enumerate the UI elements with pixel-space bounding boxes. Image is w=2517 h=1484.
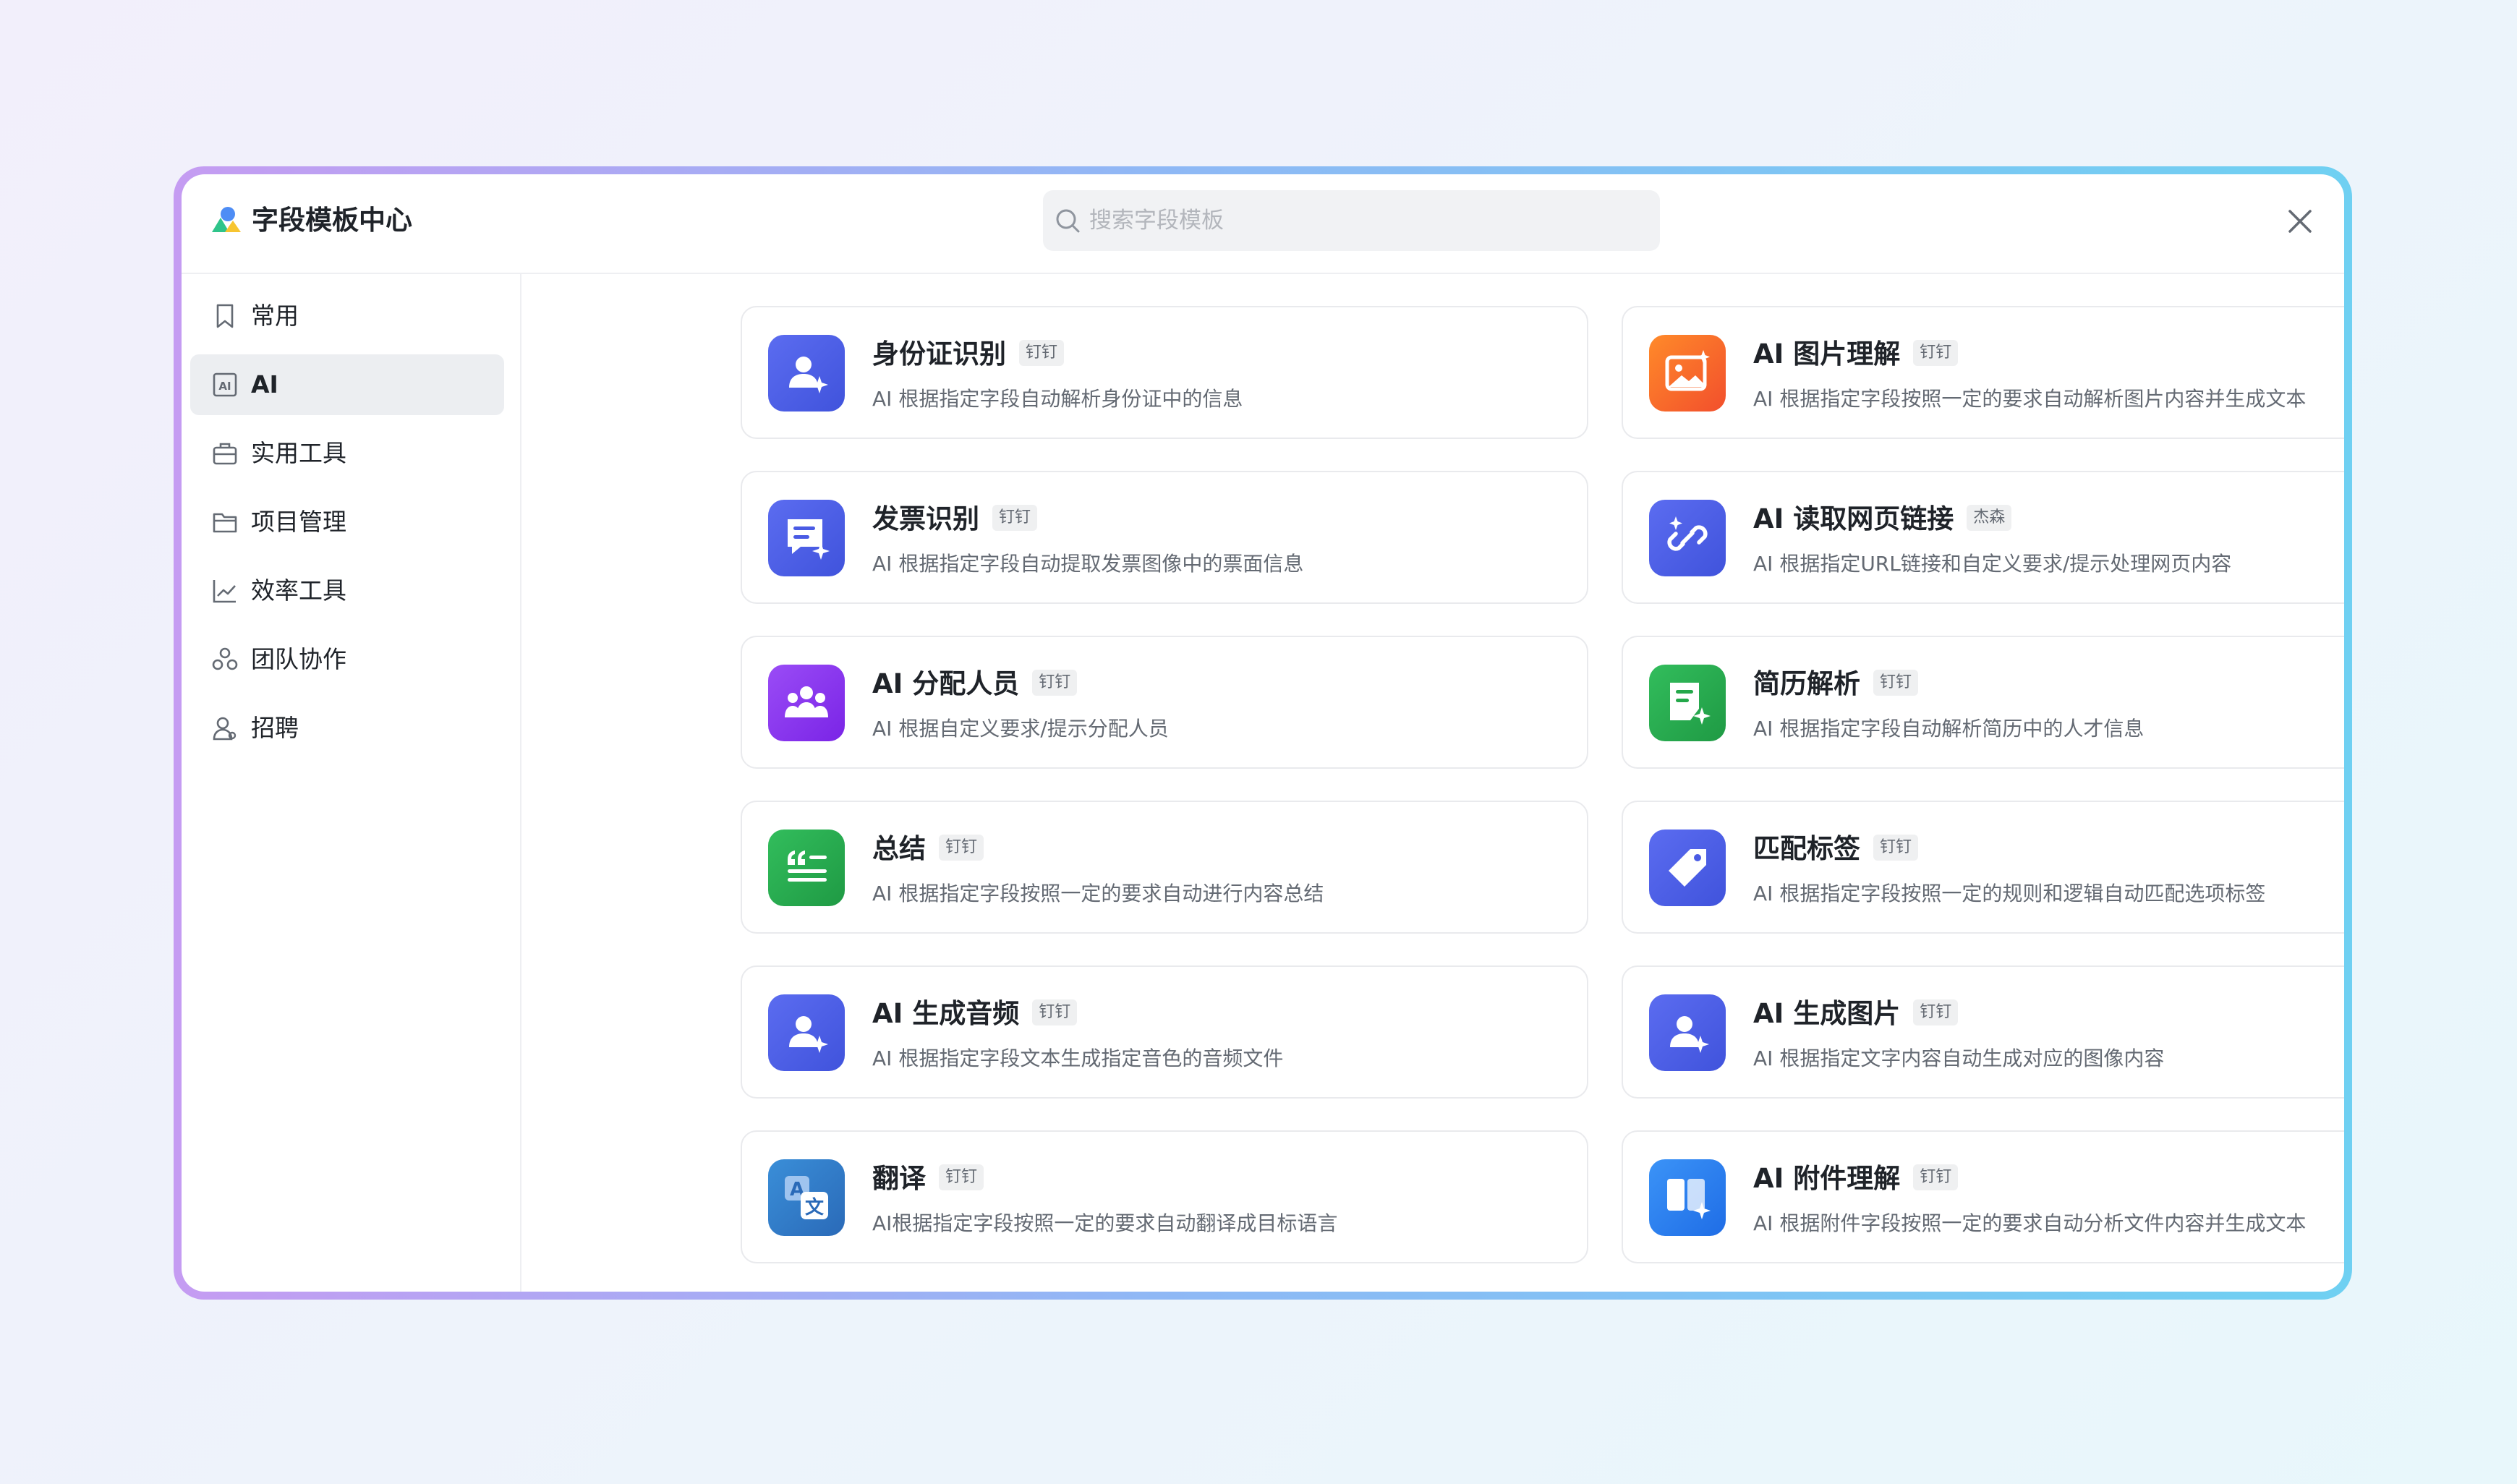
svg-text:文: 文: [805, 1196, 825, 1219]
app-logo-icon: [212, 207, 241, 232]
template-card-ai-assign-people[interactable]: AI 分配人员 钉钉 AI 根据自定义要求/提示分配人员: [741, 636, 1588, 769]
sidebar-item-common[interactable]: 常用: [190, 286, 504, 346]
template-card-summary[interactable]: 总结 钉钉 AI 根据指定字段按照一定的要求自动进行内容总结: [741, 801, 1588, 934]
card-description: AI根据指定字段按照一定的要求自动翻译成目标语言: [872, 1211, 1338, 1235]
sidebar-item-label: AI: [251, 370, 278, 398]
search-icon: [1056, 209, 1080, 233]
sidebar-item-label: 常用: [251, 302, 299, 330]
card-title: AI 分配人员 钉钉: [872, 665, 1078, 704]
card-description: AI 根据指定文字内容自动生成对应的图像内容: [1753, 1046, 2165, 1070]
card-title: AI 生成图片 钉钉: [1753, 994, 1959, 1033]
template-card-ai-generate-audio[interactable]: AI 生成音频 钉钉 AI 根据指定字段文本生成指定音色的音频文件: [741, 965, 1588, 1099]
card-title: 翻译 钉钉: [872, 1159, 984, 1198]
sidebar-item-label: 项目管理: [251, 508, 346, 536]
modal-header: 字段模板中心: [182, 174, 2344, 274]
sidebar-item-team-collaboration[interactable]: 团队协作: [190, 629, 504, 690]
sidebar-item-ai[interactable]: AI AI: [190, 354, 504, 415]
source-tag: 钉钉: [1019, 339, 1065, 366]
template-card-id-card-recognition[interactable]: 身份证识别 钉钉 AI 根据指定字段自动解析身份证中的信息: [741, 306, 1588, 439]
attachment-book-icon: [1649, 1159, 1726, 1236]
group-icon: [768, 665, 845, 741]
sidebar-item-label: 效率工具: [251, 576, 346, 605]
template-card-ai-generate-image[interactable]: AI 生成图片 钉钉 AI 根据指定文字内容自动生成对应的图像内容: [1622, 965, 2344, 1099]
source-tag: 钉钉: [939, 834, 984, 861]
template-card-match-tags[interactable]: 匹配标签 钉钉 AI 根据指定字段按照一定的规则和逻辑自动匹配选项标签: [1622, 801, 2344, 934]
source-tag: 钉钉: [939, 1164, 984, 1190]
template-center-modal: 字段模板中心 常用: [182, 174, 2344, 1292]
modal-frame: 字段模板中心 常用: [174, 166, 2352, 1300]
template-card-resume-parsing[interactable]: 简历解析 钉钉 AI 根据指定字段自动解析简历中的人才信息: [1622, 636, 2344, 769]
card-title: AI 生成音频 钉钉: [872, 994, 1078, 1033]
card-description: AI 根据指定字段文本生成指定音色的音频文件: [872, 1046, 1284, 1070]
recruit-icon: [213, 717, 237, 741]
toolbox-icon: [213, 443, 237, 465]
image-sparkle-icon: [1649, 335, 1726, 411]
image-person-icon: [1649, 994, 1726, 1071]
ai-icon: AI: [213, 372, 237, 397]
card-title: 发票识别 钉钉: [872, 500, 1038, 539]
card-description: AI 根据指定字段自动提取发票图像中的票面信息: [872, 552, 1304, 576]
card-title: 总结 钉钉: [872, 830, 984, 869]
invoice-icon: [768, 500, 845, 576]
sidebar-item-utilities[interactable]: 实用工具: [190, 423, 504, 484]
card-description: AI 根据指定字段按照一定的规则和逻辑自动匹配选项标签: [1753, 882, 2266, 905]
card-description: AI 根据附件字段按照一定的要求自动分析文件内容并生成文本: [1753, 1211, 2307, 1235]
card-description: AI 根据指定字段自动解析简历中的人才信息: [1753, 717, 2145, 741]
card-description: AI 根据自定义要求/提示分配人员: [872, 717, 1169, 741]
template-card-ai-read-web-link[interactable]: AI 读取网页链接 杰森 AI 根据指定URL链接和自定义要求/提示处理网页内容: [1622, 471, 2344, 604]
source-tag: 钉钉: [1913, 999, 1959, 1025]
card-description: AI 根据指定字段自动解析身份证中的信息: [872, 387, 1243, 411]
source-tag: 钉钉: [1873, 669, 1919, 696]
card-description: AI 根据指定字段按照一定的要求自动解析图片内容并生成文本: [1753, 387, 2307, 411]
trend-chart-icon: [213, 580, 236, 603]
card-title: 匹配标签 钉钉: [1753, 830, 1919, 869]
search-input[interactable]: [1089, 190, 1639, 251]
card-description: AI 根据指定URL链接和自定义要求/提示处理网页内容: [1753, 552, 2232, 576]
sidebar-item-recruitment[interactable]: 招聘: [190, 698, 504, 759]
sidebar-item-efficiency-tools[interactable]: 效率工具: [190, 560, 504, 621]
id-card-person-icon: [768, 335, 845, 411]
card-title: AI 附件理解 钉钉: [1753, 1159, 1959, 1198]
translate-icon: A 文: [768, 1159, 845, 1236]
source-tag: 杰森: [1967, 504, 2012, 531]
sidebar-item-label: 团队协作: [251, 645, 346, 673]
card-title: 简历解析 钉钉: [1753, 665, 1919, 704]
folder-icon: [213, 513, 237, 533]
template-card-invoice-recognition[interactable]: 发票识别 钉钉 AI 根据指定字段自动提取发票图像中的票面信息: [741, 471, 1588, 604]
source-tag: 钉钉: [1032, 999, 1078, 1025]
svg-text:AI: AI: [218, 380, 231, 393]
modal-title: 字段模板中心: [252, 205, 412, 236]
template-card-ai-image-understanding[interactable]: AI 图片理解 钉钉 AI 根据指定字段按照一定的要求自动解析图片内容并生成文本: [1622, 306, 2344, 439]
card-description: AI 根据指定字段按照一定的要求自动进行内容总结: [872, 882, 1324, 905]
source-tag: 钉钉: [1913, 1164, 1959, 1190]
template-grid: 身份证识别 钉钉 AI 根据指定字段自动解析身份证中的信息 AI 图片理解 钉钉 A…: [523, 274, 2344, 1292]
source-tag: 钉钉: [1032, 669, 1078, 696]
audio-person-icon: [768, 994, 845, 1071]
tag-icon: [1649, 830, 1726, 906]
bookmark-icon: [216, 304, 234, 328]
team-icon: [212, 647, 238, 670]
resume-icon: [1649, 665, 1726, 741]
search-box[interactable]: [1043, 190, 1660, 251]
quote-lines-icon: [768, 830, 845, 906]
card-title: AI 图片理解 钉钉: [1753, 335, 1959, 374]
template-card-translate[interactable]: A 文 翻译 钉钉 AI根据指定字段按照一定的要求自动翻译成目标语言: [741, 1130, 1588, 1263]
category-sidebar: 常用 AI AI 实用工具 项目管理 效率工具 团队协作 招聘: [182, 274, 521, 1292]
close-icon[interactable]: [2283, 205, 2317, 238]
card-title: AI 读取网页链接 杰森: [1753, 500, 2012, 539]
sidebar-item-project-management[interactable]: 项目管理: [190, 492, 504, 553]
sidebar-item-label: 招聘: [251, 714, 299, 742]
link-sparkle-icon: [1649, 500, 1726, 576]
source-tag: 钉钉: [1913, 339, 1959, 366]
sidebar-item-label: 实用工具: [251, 439, 346, 467]
source-tag: 钉钉: [992, 504, 1038, 531]
source-tag: 钉钉: [1873, 834, 1919, 861]
card-title: 身份证识别 钉钉: [872, 335, 1065, 374]
template-card-ai-attachment-understanding[interactable]: AI 附件理解 钉钉 AI 根据附件字段按照一定的要求自动分析文件内容并生成文本: [1622, 1130, 2344, 1263]
